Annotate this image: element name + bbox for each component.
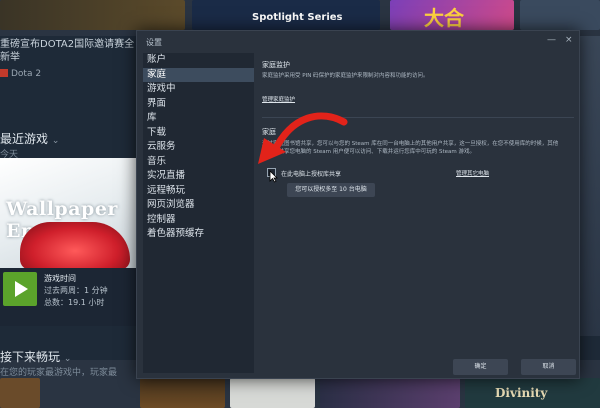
sidebar-item-0[interactable]: 账户 [143, 53, 254, 68]
playtime-info: 游戏时间 过去两周：1 分钟 总数：19.1 小时 [44, 273, 108, 309]
sidebar-item-7[interactable]: 音乐 [143, 155, 254, 170]
playtime-label: 游戏时间 [44, 274, 76, 283]
dialog-title: 设置 [146, 38, 162, 47]
spotlight-series-text: Spotlight Series [252, 12, 343, 23]
play-next-sub: 在您的玩家最游戏中，玩家最 [0, 368, 118, 378]
library-tile-promo[interactable]: 大合 [390, 0, 514, 30]
family-view-heading: 家庭监护 [262, 61, 290, 69]
sidebar-item-8[interactable]: 实况直播 [143, 169, 254, 184]
close-icon[interactable]: × [565, 35, 573, 45]
red-arrow-annotation [258, 112, 348, 164]
playtime-recent: 过去两周：1 分钟 [44, 286, 108, 295]
library-tile-dota[interactable] [0, 0, 185, 30]
settings-content: 家庭监护 家庭监护采用受 PIN 码保护的家庭监护来限制对内容和功能的访问。 管… [262, 53, 574, 353]
family-view-desc: 家庭监护采用受 PIN 码保护的家庭监护来限制对内容和功能的访问。 [262, 73, 429, 79]
authorize-capacity-button[interactable]: 您可以授权多至 10 台电脑 [287, 183, 375, 197]
sidebar-item-1[interactable]: 家庭 [143, 67, 254, 82]
settings-sidebar: 账户 家庭 游戏中 界面库下载 云服务 音乐 实况直播 远程畅玩 网页浏览器 控制器 着色器预缓存 [143, 53, 254, 373]
sidebar-item-4[interactable]: 库 [143, 111, 254, 126]
sidebar-item-12[interactable]: 着色器预缓存 [143, 227, 254, 242]
library-right-art [578, 36, 600, 336]
dota-icon [0, 69, 8, 77]
mouse-cursor-icon [269, 170, 278, 183]
promo-text: 大合 [424, 6, 464, 30]
playtime-total: 总数：19.1 小时 [44, 298, 105, 307]
library-bottom-tile-3[interactable] [230, 378, 315, 408]
library-bottom-tile-4[interactable] [320, 378, 460, 408]
library-bottom-tile-2[interactable] [140, 378, 225, 408]
sidebar-item-6[interactable]: 云服务 [143, 140, 254, 155]
chevron-down-icon: ⌄ [63, 354, 72, 364]
screen: Spotlight Series 大合 重磅宣布DOTA2国际邀请赛全新举 Do… [0, 0, 600, 408]
sidebar-item-9[interactable]: 远程畅玩 [143, 184, 254, 199]
sidebar-item-10[interactable]: 网页浏览器 [143, 198, 254, 213]
news-tag: Dota 2 [0, 68, 41, 81]
chevron-down-icon: ⌄ [51, 136, 60, 146]
library-bottom-tile-1[interactable] [0, 378, 40, 408]
sidebar-item-11[interactable]: 控制器 [143, 213, 254, 228]
ok-button[interactable]: 确定 [453, 359, 508, 375]
settings-dialog: 设置 — × 账户 家庭 游戏中 界面库下载 云服务 音乐 实况直播 远程畅玩 网页浏览器 控制器… [136, 30, 580, 379]
cancel-button[interactable]: 取消 [521, 359, 576, 375]
minimize-icon[interactable]: — [547, 35, 556, 45]
featured-game-bottom: 游戏时间 过去两周：1 分钟 总数：19.1 小时 [0, 268, 138, 326]
car-artwork [20, 222, 130, 270]
play-button[interactable] [3, 272, 37, 306]
recent-games-header[interactable]: 最近游戏 ⌄ [0, 130, 59, 147]
library-tile-right[interactable] [520, 0, 600, 30]
featured-game-card[interactable]: Wallpaper Eng 游戏时间 过去两周：1 分钟 总数：19.1 小时 [0, 158, 138, 326]
news-title: 重磅宣布DOTA2国际邀请赛全新举 [0, 39, 135, 63]
sidebar-item-5[interactable]: 下载 [143, 126, 254, 141]
news-item[interactable]: 重磅宣布DOTA2国际邀请赛全新举 Dota 2 [0, 38, 138, 81]
manage-other-computers-link[interactable]: 管理其它电脑 [456, 169, 489, 177]
library-tile-spotlight[interactable]: Spotlight Series [192, 0, 380, 30]
sidebar-item-3[interactable]: 界面 [143, 97, 254, 112]
manage-family-view-link[interactable]: 管理家庭监护 [262, 95, 295, 103]
divinity-text: Divinity [495, 386, 548, 400]
sidebar-item-2[interactable]: 游戏中 [143, 82, 254, 97]
library-bottom-tile-5[interactable]: Divinity [465, 378, 600, 408]
play-next-header[interactable]: 接下来畅玩 ⌄ [0, 348, 71, 365]
dialog-titlebar[interactable]: 设置 — × [137, 31, 579, 53]
